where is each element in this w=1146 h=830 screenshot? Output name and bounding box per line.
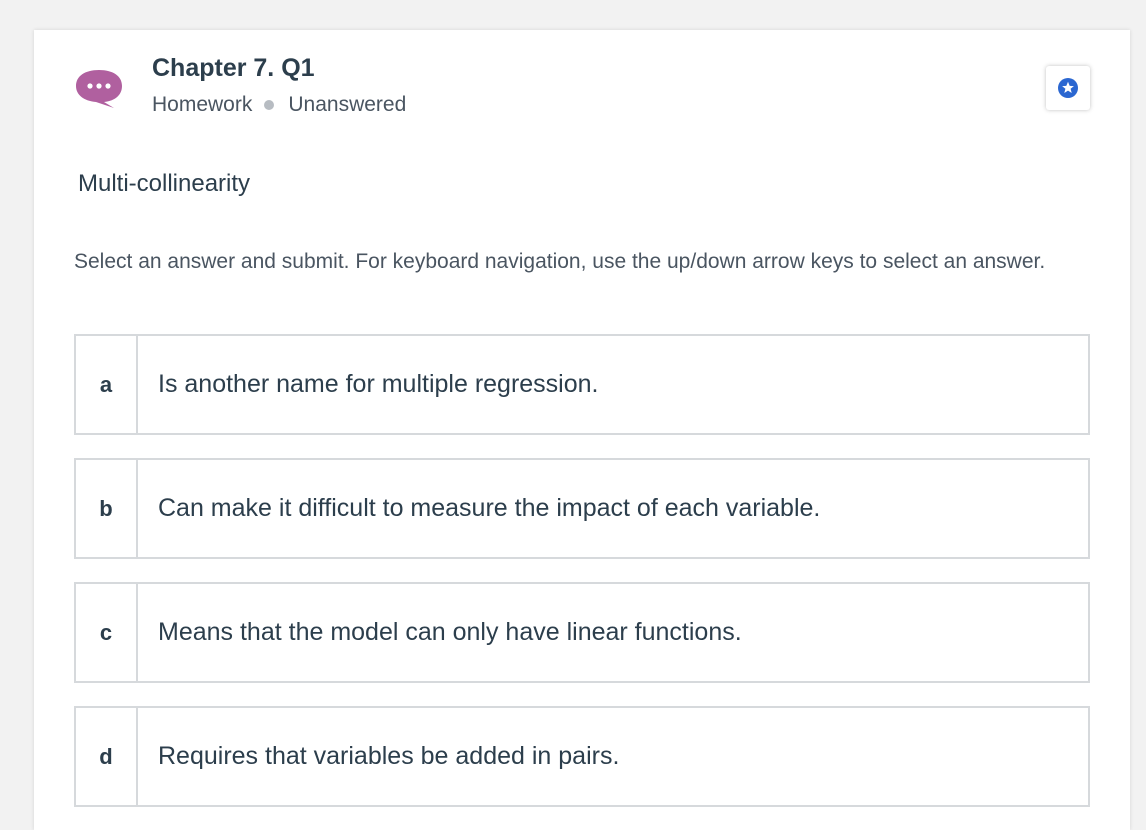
question-type: Homework <box>152 93 253 116</box>
question-meta: Homework Unanswered <box>152 93 406 117</box>
answer-list: a Is another name for multiple regressio… <box>74 334 1090 830</box>
answer-option-c[interactable]: c Means that the model can only have lin… <box>74 582 1090 683</box>
speech-bubble-icon <box>74 68 124 108</box>
answer-option-a[interactable]: a Is another name for multiple regressio… <box>74 334 1090 435</box>
star-button[interactable] <box>1046 66 1090 110</box>
star-icon <box>1058 78 1078 98</box>
answer-text: Is another name for multiple regression. <box>158 370 599 398</box>
answer-letter: d <box>76 708 138 805</box>
answer-option-b[interactable]: b Can make it difficult to measure the i… <box>74 458 1090 559</box>
answer-option-d[interactable]: d Requires that variables be added in pa… <box>74 706 1090 807</box>
answer-letter: c <box>76 584 138 681</box>
answer-text: Can make it difficult to measure the imp… <box>158 494 821 522</box>
answer-text: Means that the model can only have linea… <box>158 618 742 646</box>
instructions-text: Select an answer and submit. For keyboar… <box>74 250 1046 273</box>
question-topic: Multi-collinearity <box>78 170 251 197</box>
answer-letter: a <box>76 336 138 433</box>
answer-text: Requires that variables be added in pair… <box>158 742 620 770</box>
question-title: Chapter 7. Q1 <box>152 54 315 82</box>
question-status: Unanswered <box>288 93 407 116</box>
separator-dot <box>264 100 275 110</box>
question-card: Chapter 7. Q1 Homework Unanswered Multi-… <box>34 30 1130 830</box>
answer-letter: b <box>76 460 138 557</box>
